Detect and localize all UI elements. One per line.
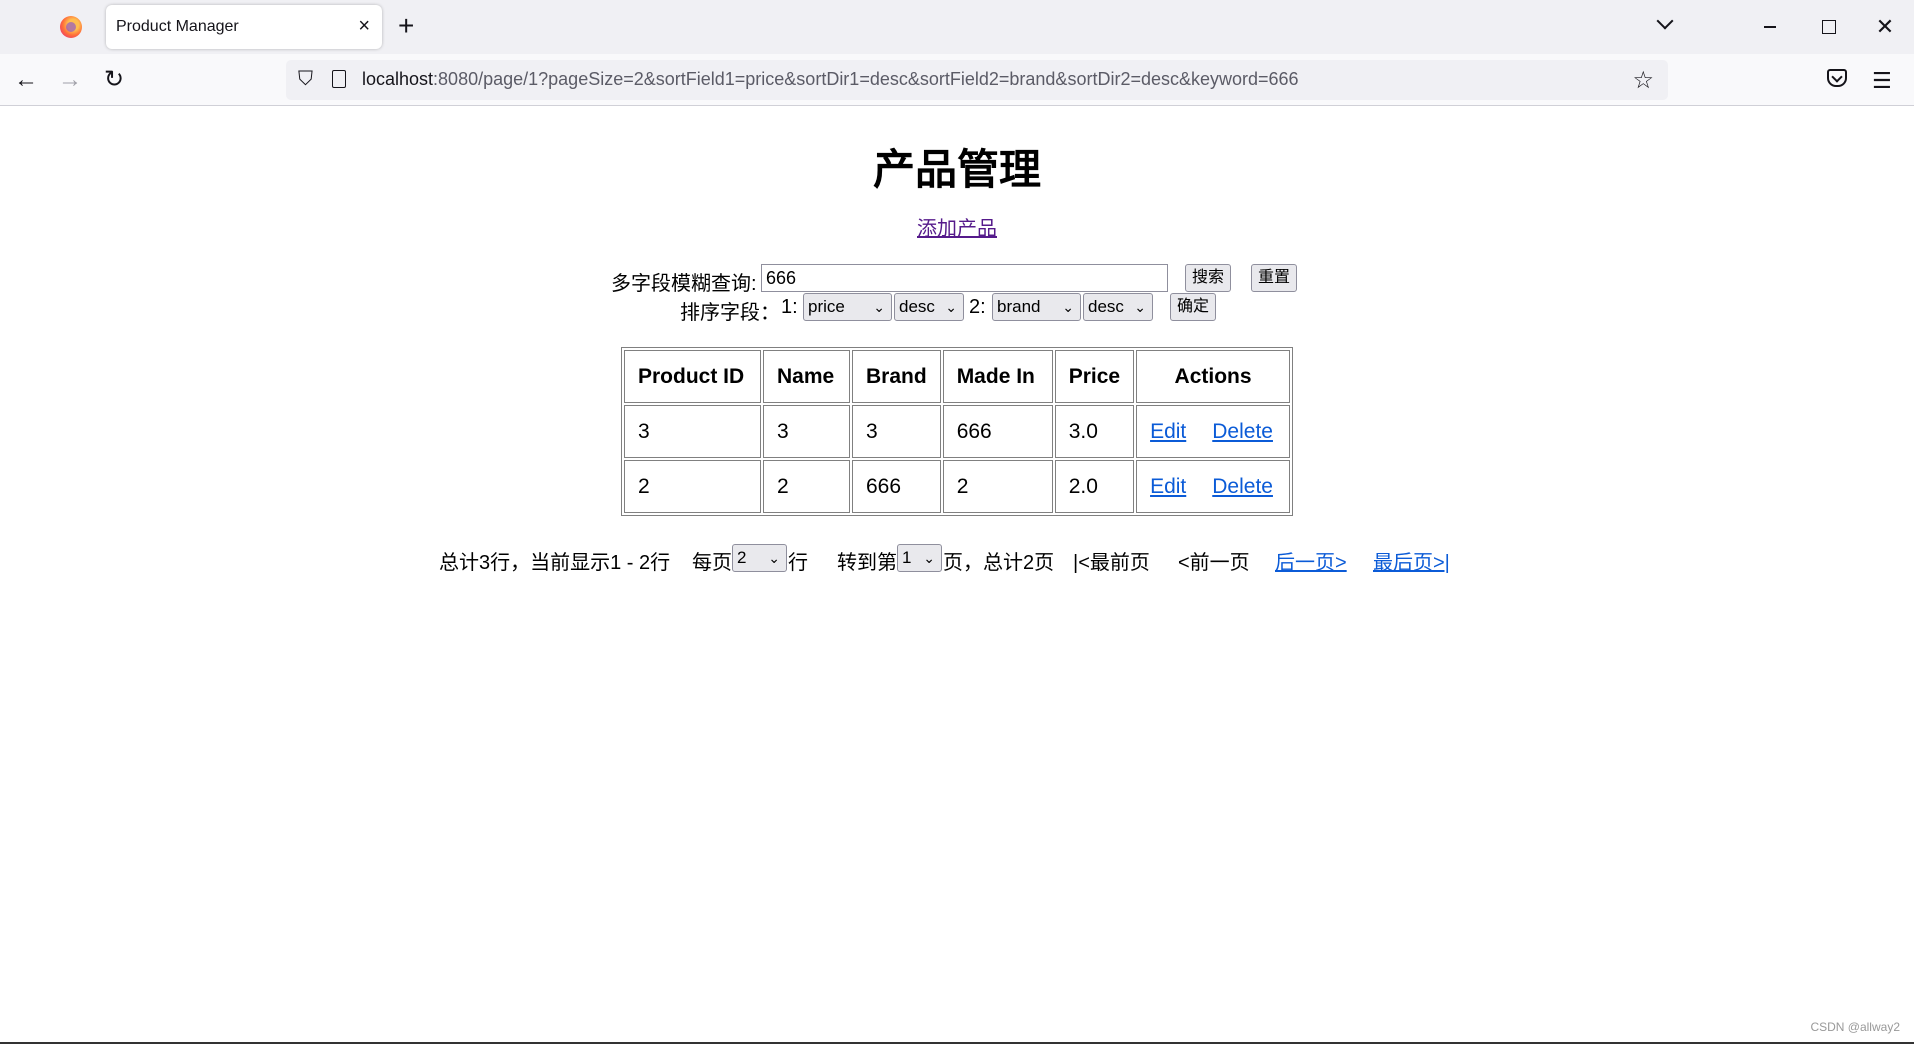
sort-field2-label: 2: xyxy=(969,296,986,318)
watermark: CSDN @allway2 xyxy=(1810,1020,1900,1034)
url-text[interactable]: localhost:8080/page/1?pageSize=2&sortFie… xyxy=(362,69,1299,90)
cell-made-in: 666 xyxy=(942,405,1053,458)
sort-dir1-select[interactable]: desc ⌄ xyxy=(894,293,964,321)
sort-field1-label: 1: xyxy=(781,296,798,318)
cell-brand: 666 xyxy=(852,460,941,513)
header-actions: Actions xyxy=(1136,350,1291,403)
page-title: 产品管理 xyxy=(872,146,1041,193)
cell-product-id: 2 xyxy=(624,460,761,513)
header-price: Price xyxy=(1054,350,1135,403)
arrow-left-icon[interactable]: ← xyxy=(14,66,38,94)
table-row: 2 2 666 2 2.0 Edit Delete xyxy=(624,460,1291,513)
shield-icon[interactable]: ⛉ xyxy=(298,68,313,91)
last-page-link[interactable]: 最后页>| xyxy=(1373,546,1450,575)
table-header-row: Product ID Name Brand Made In Price Acti… xyxy=(624,350,1291,403)
sort-field1-select[interactable]: price ⌄ xyxy=(803,293,892,321)
cell-made-in: 2 xyxy=(942,460,1053,513)
per-page-suffix: 行 xyxy=(788,552,808,574)
edit-link[interactable]: Edit xyxy=(1150,475,1186,498)
cell-name: 2 xyxy=(763,460,850,513)
sort-dir2-select[interactable]: desc ⌄ xyxy=(1083,293,1153,321)
chevron-down-icon: ⌄ xyxy=(945,299,957,315)
cell-actions: Edit Delete xyxy=(1136,405,1291,458)
maximize-window-button[interactable] xyxy=(1813,12,1843,42)
chevron-down-icon: ⌄ xyxy=(873,299,885,315)
star-icon[interactable]: ☆ xyxy=(1632,66,1654,95)
header-product-id: Product ID xyxy=(624,350,761,403)
sort-label: 排序字段： xyxy=(680,302,780,324)
add-product-link[interactable]: 添加产品 xyxy=(917,218,997,240)
search-label: 多字段模糊查询: xyxy=(611,273,757,295)
url-host: localhost xyxy=(362,69,434,89)
header-made-in: Made In xyxy=(942,350,1053,403)
prev-page-text: <前一页 xyxy=(1178,552,1250,574)
reload-icon[interactable]: ↻ xyxy=(104,66,124,94)
product-table: Product ID Name Brand Made In Price Acti… xyxy=(621,347,1294,516)
reset-button[interactable]: 重置 xyxy=(1251,264,1298,292)
search-button[interactable]: 搜索 xyxy=(1185,264,1232,292)
page-info-icon[interactable] xyxy=(332,70,346,88)
goto-page-select[interactable]: 1 ⌄ xyxy=(897,544,942,572)
chevron-down-icon: ⌄ xyxy=(1134,299,1146,315)
pagination: 总计3行，当前显示1 - 2行 每页 2 ⌄ 行 转到第 1 ⌄ 页，总计2页 |<… xyxy=(439,544,1539,575)
confirm-sort-button[interactable]: 确定 xyxy=(1170,293,1217,321)
close-tab-icon[interactable]: × xyxy=(358,15,370,38)
page-content: 产品管理 添加产品 多字段模糊查询: 搜索 重置 排序字段： 1: price ⌄… xyxy=(0,107,1914,1044)
page-size-value: 2 xyxy=(737,548,747,567)
add-product-row: 添加产品 xyxy=(0,212,1914,241)
delete-link[interactable]: Delete xyxy=(1212,420,1273,443)
cell-brand: 3 xyxy=(852,405,941,458)
goto-suffix: 页，总计2页 xyxy=(943,552,1055,574)
goto-prefix: 转到第 xyxy=(837,552,897,574)
address-bar[interactable]: ⛉ localhost:8080/page/1?pageSize=2&sortF… xyxy=(286,60,1668,100)
cell-product-id: 3 xyxy=(624,405,761,458)
firefox-logo-icon xyxy=(60,16,82,38)
navigation-toolbar: ← → ↻ ⛉ localhost:8080/page/1?pageSize=2… xyxy=(0,54,1914,106)
pocket-icon[interactable] xyxy=(1827,69,1847,87)
cell-price: 2.0 xyxy=(1054,460,1135,513)
tab-bar: Product Manager × + ✕ xyxy=(0,0,1914,54)
per-page-prefix: 每页 xyxy=(692,552,732,574)
cell-actions: Edit Delete xyxy=(1136,460,1291,513)
edit-link[interactable]: Edit xyxy=(1150,420,1186,443)
page-size-select[interactable]: 2 ⌄ xyxy=(732,544,787,572)
search-input[interactable] xyxy=(761,264,1168,292)
sort-field1-value: price xyxy=(808,297,845,316)
cell-price: 3.0 xyxy=(1054,405,1135,458)
chevron-down-icon: ⌄ xyxy=(923,550,935,566)
arrow-right-icon[interactable]: → xyxy=(58,66,82,94)
table-row: 3 3 3 666 3.0 Edit Delete xyxy=(624,405,1291,458)
list-all-tabs-icon[interactable] xyxy=(1656,14,1676,34)
header-brand: Brand xyxy=(852,350,941,403)
delete-link[interactable]: Delete xyxy=(1212,475,1273,498)
close-window-button[interactable]: ✕ xyxy=(1870,12,1900,42)
minimize-window-button[interactable] xyxy=(1755,12,1785,42)
tab-title: Product Manager xyxy=(116,18,239,35)
sort-dir1-value: desc xyxy=(899,297,935,316)
chevron-down-icon: ⌄ xyxy=(768,550,780,566)
first-page-text: |<最前页 xyxy=(1073,552,1150,574)
new-tab-button[interactable]: + xyxy=(398,10,414,42)
url-path: :8080/page/1?pageSize=2&sortField1=price… xyxy=(433,69,1299,89)
pagination-summary: 总计3行，当前显示1 - 2行 xyxy=(439,552,671,574)
browser-tab[interactable]: Product Manager × xyxy=(106,5,382,49)
sort-dir2-value: desc xyxy=(1088,297,1124,316)
sort-field2-value: brand xyxy=(997,297,1041,316)
goto-page-value: 1 xyxy=(902,548,912,567)
cell-name: 3 xyxy=(763,405,850,458)
sort-field2-select[interactable]: brand ⌄ xyxy=(992,293,1081,321)
header-name: Name xyxy=(763,350,850,403)
chevron-down-icon: ⌄ xyxy=(1062,299,1074,315)
hamburger-menu-icon[interactable]: ☰ xyxy=(1872,68,1892,94)
next-page-link[interactable]: 后一页> xyxy=(1275,546,1347,575)
